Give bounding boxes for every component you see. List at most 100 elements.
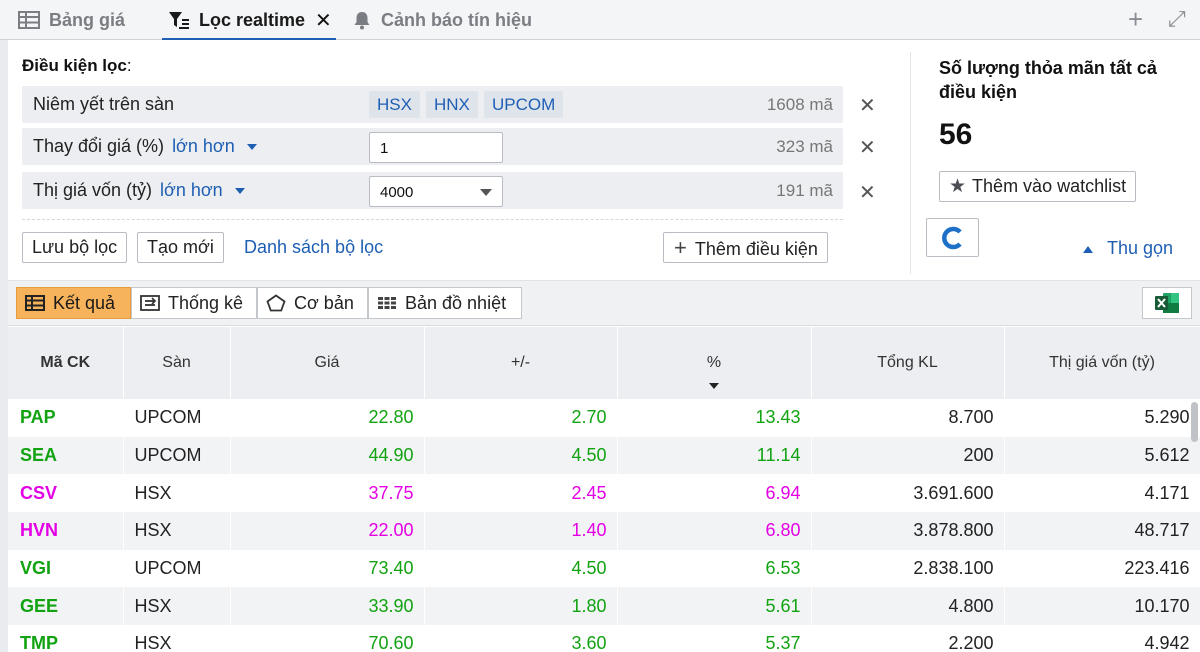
watchlist-label: Thêm vào watchlist — [972, 176, 1127, 196]
table-row[interactable]: VGI UPCOM 73.40 4.50 6.53 2.838.100 223.416 — [8, 549, 1200, 588]
view-tab-label: Thống kê — [168, 292, 244, 313]
cell-percent: 5.37 — [617, 625, 812, 652]
filter-title: Điều kiện lọc: — [22, 56, 132, 75]
star-icon: ★ — [949, 176, 967, 197]
cell-price: 22.00 — [230, 512, 425, 550]
table-icon — [18, 11, 40, 29]
cell-percent: 6.94 — [617, 474, 812, 513]
new-filter-button[interactable]: Tạo mới — [137, 232, 224, 263]
price-change-input[interactable]: 1 — [369, 132, 503, 163]
remove-condition-icon[interactable]: ✕ — [859, 93, 876, 118]
scrollbar-thumb[interactable] — [1191, 402, 1198, 442]
cell-exchange: UPCOM — [123, 436, 231, 475]
cell-price: 73.40 — [230, 549, 425, 588]
table-row[interactable]: CSV HSX 37.75 2.45 6.94 3.691.600 4.171 — [8, 474, 1200, 513]
pentagon-icon — [266, 294, 286, 312]
col-header-market-cap[interactable]: Thị giá vốn (tỷ) — [1004, 327, 1200, 399]
chip-upcom[interactable]: UPCOM — [484, 91, 564, 118]
market-cap-select[interactable]: 4000 — [369, 176, 503, 207]
add-tab-icon[interactable]: + — [1128, 6, 1143, 32]
table-row[interactable]: PAP UPCOM 22.80 2.70 13.43 8.700 5.290 — [8, 399, 1200, 437]
condition-row-market-cap: Thị giá vốn (tỷ) lớn hơn 4000 191 mã — [22, 172, 843, 209]
operator-dropdown[interactable]: lớn hơn — [160, 180, 245, 200]
cell-exchange: HSX — [123, 474, 231, 513]
col-header-symbol[interactable]: Mã CK — [8, 327, 124, 399]
filter-list-link[interactable]: Danh sách bộ lọc — [244, 237, 383, 258]
condition-label-wrap: Thị giá vốn (tỷ) lớn hơn — [33, 180, 245, 201]
cell-exchange: UPCOM — [123, 549, 231, 588]
caret-up-icon — [1083, 245, 1093, 253]
caret-down-icon — [246, 144, 257, 151]
view-tab-stats[interactable]: Thống kê — [131, 287, 257, 319]
cell-percent: 13.43 — [617, 399, 812, 437]
cell-market-cap: 4.942 — [1004, 625, 1200, 652]
filter-panel: Điều kiện lọc: Niêm yết trên sàn HSX HNX… — [8, 40, 1200, 280]
logo-c-button[interactable] — [926, 218, 979, 257]
collapse-button[interactable]: Thu gọn — [1083, 238, 1173, 259]
results-table: Mã CK Sàn Giá +/- % Tổng KL Thị giá vốn … — [8, 327, 1200, 652]
col-header-change[interactable]: +/- — [424, 327, 618, 399]
cell-symbol: SEA — [8, 436, 124, 475]
operator-dropdown[interactable]: lớn hơn — [172, 136, 257, 156]
table-row[interactable]: GEE HSX 33.90 1.80 5.61 4.800 10.170 — [8, 587, 1200, 626]
cell-price: 70.60 — [230, 625, 425, 652]
tab-label: Lọc realtime — [199, 9, 306, 30]
cell-market-cap: 10.170 — [1004, 587, 1200, 626]
cell-price: 44.90 — [230, 436, 425, 475]
close-icon[interactable]: ✕ — [315, 8, 332, 33]
cell-change: 1.40 — [424, 512, 618, 550]
cell-exchange: HSX — [123, 625, 231, 652]
remove-condition-icon[interactable]: ✕ — [859, 135, 876, 160]
cell-price: 37.75 — [230, 474, 425, 513]
col-header-price[interactable]: Giá — [230, 327, 425, 399]
cell-volume: 2.838.100 — [811, 549, 1005, 588]
add-condition-button[interactable]: + Thêm điều kiện — [663, 232, 828, 263]
filter-icon — [169, 12, 189, 29]
col-header-volume[interactable]: Tổng KL — [811, 327, 1005, 399]
view-tab-heatmap[interactable]: Bản đồ nhiệt — [368, 287, 522, 319]
heatmap-icon — [378, 297, 396, 309]
cell-market-cap: 223.416 — [1004, 549, 1200, 588]
add-to-watchlist-button[interactable]: ★ Thêm vào watchlist — [939, 171, 1137, 202]
col-header-exchange[interactable]: Sàn — [123, 327, 231, 399]
view-tab-label: Kết quả — [53, 292, 116, 313]
view-tab-basic[interactable]: Cơ bản — [257, 287, 368, 319]
cell-volume: 200 — [811, 436, 1005, 475]
chip-hsx[interactable]: HSX — [369, 91, 420, 118]
tab-bang-gia[interactable]: Bảng giá — [18, 0, 125, 40]
condition-label: Thay đổi giá (%) — [33, 136, 165, 156]
save-filter-button[interactable]: Lưu bộ lọc — [22, 232, 128, 263]
cell-price: 22.80 — [230, 399, 425, 437]
view-tab-results[interactable]: Kết quả — [16, 287, 131, 319]
cell-percent: 11.14 — [617, 436, 812, 475]
cell-symbol: PAP — [8, 399, 124, 437]
cell-symbol: TMP — [8, 625, 124, 652]
tab-loc-realtime[interactable]: Lọc realtime ✕ — [162, 0, 336, 41]
cell-exchange: HSX — [123, 587, 231, 626]
tab-canh-bao[interactable]: Cảnh báo tín hiệu — [352, 0, 532, 40]
view-tab-label: Bản đồ nhiệt — [405, 292, 507, 313]
view-tab-label: Cơ bản — [294, 292, 354, 313]
table-row[interactable]: SEA UPCOM 44.90 4.50 11.14 200 5.612 — [8, 436, 1200, 475]
add-condition-label: Thêm điều kiện — [694, 239, 818, 259]
expand-icon[interactable]: ⤢ — [1168, 6, 1186, 32]
cell-change: 1.80 — [424, 587, 618, 626]
table-row[interactable]: HVN HSX 22.00 1.40 6.80 3.878.800 48.717 — [8, 512, 1200, 550]
cell-symbol: VGI — [8, 549, 124, 588]
cell-percent: 6.53 — [617, 549, 812, 588]
sort-desc-icon — [709, 383, 719, 389]
col-header-percent[interactable]: % — [617, 327, 812, 399]
cell-market-cap: 5.290 — [1004, 399, 1200, 437]
cell-market-cap: 5.612 — [1004, 436, 1200, 475]
match-count: 191 mã — [776, 181, 833, 200]
cell-price: 33.90 — [230, 587, 425, 626]
cell-symbol: GEE — [8, 587, 124, 626]
bell-icon — [354, 12, 370, 30]
cell-percent: 5.61 — [617, 587, 812, 626]
export-excel-button[interactable] — [1142, 287, 1192, 319]
cell-market-cap: 4.171 — [1004, 474, 1200, 513]
remove-condition-icon[interactable]: ✕ — [859, 180, 876, 205]
table-row[interactable]: TMP HSX 70.60 3.60 5.37 2.200 4.942 — [8, 625, 1200, 652]
chip-hnx[interactable]: HNX — [426, 91, 478, 118]
tab-bar: Bảng giá Lọc realtime ✕ Cảnh báo tín hiệ… — [0, 0, 1200, 41]
